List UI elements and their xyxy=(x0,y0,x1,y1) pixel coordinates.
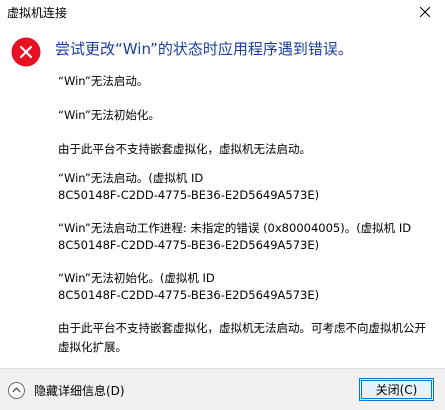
vm-id-line: 8C50148F-C2DD-4775-BE36-E2D5649A573E) xyxy=(58,288,320,302)
message-line: 由于此平台不支持嵌套虚拟化，虚拟机无法启动。可考虑不向虚拟机公开 xyxy=(58,321,426,335)
vm-id-line: 8C50148F-C2DD-4775-BE36-E2D5649A573E) xyxy=(58,188,320,202)
message-line: “Win”无法启动。(虚拟机 ID xyxy=(58,171,204,185)
message-line: “Win”无法初始化。(虚拟机 ID xyxy=(58,271,215,285)
title-bar: 虚拟机连接 xyxy=(0,0,445,24)
message-line: “Win”无法启动工作进程: 未指定的错误 (0x80004005)。(虚拟机 … xyxy=(58,221,412,235)
message-line: 由于此平台不支持嵌套虚拟化，虚拟机无法启动。 xyxy=(58,142,311,156)
error-heading: 尝试更改“Win”的状态时应用程序遇到错误。 xyxy=(55,40,353,58)
message-line: “Win”无法启动。 xyxy=(58,74,149,88)
dialog-footer: 隐藏详细信息(D) 关闭(C) xyxy=(0,368,445,410)
dialog-window: 虚拟机连接 尝试更改“Win”的状态时应用程序遇到错误。 “Win”无法启动。 … xyxy=(0,0,445,410)
chevron-up-icon xyxy=(8,381,25,399)
hide-details-label: 隐藏详细信息(D) xyxy=(34,383,125,398)
hide-details-toggle[interactable]: 隐藏详细信息(D) xyxy=(8,379,125,401)
message-line: 虚拟化扩展。 xyxy=(58,340,127,354)
window-title: 虚拟机连接 xyxy=(7,6,68,20)
vm-id-line: 8C50148F-C2DD-4775-BE36-E2D5649A573E) xyxy=(58,238,320,252)
close-button[interactable]: 关闭(C) xyxy=(359,378,434,401)
close-icon[interactable] xyxy=(405,0,445,24)
message-line: “Win”无法初始化。 xyxy=(58,108,160,122)
error-icon xyxy=(11,37,41,67)
